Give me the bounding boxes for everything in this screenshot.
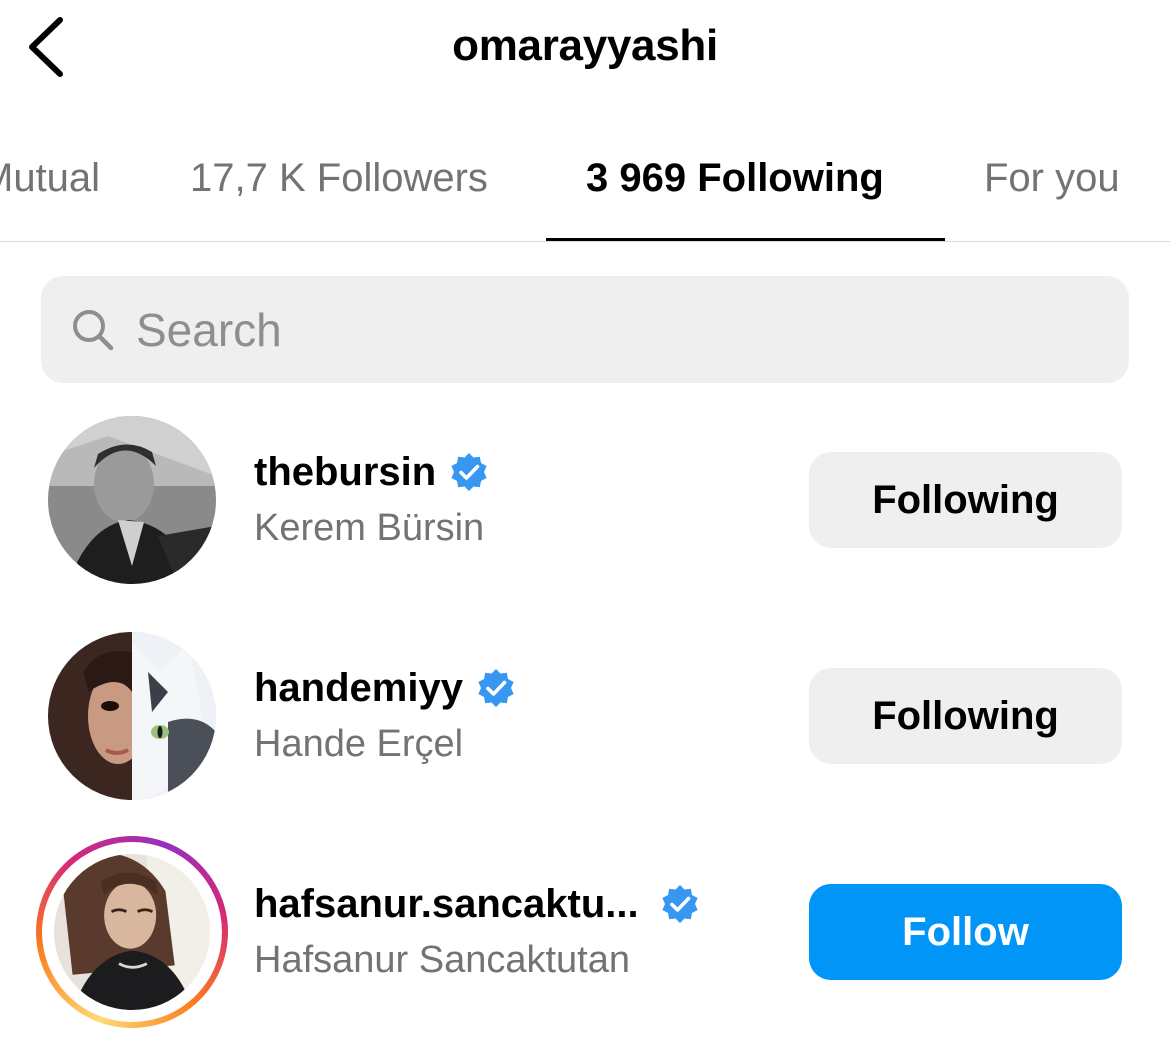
username[interactable]: thebursin xyxy=(254,446,436,498)
username-line: hafsanur.sancaktu... xyxy=(254,878,774,930)
verified-badge-icon xyxy=(475,667,517,709)
list-item: hafsanur.sancaktu... Hafsanur Sancaktuta… xyxy=(0,836,1170,1064)
full-name: Hande Erçel xyxy=(254,723,464,765)
profile-photo xyxy=(48,416,216,584)
search-input[interactable] xyxy=(136,298,1096,362)
username[interactable]: hafsanur.sancaktu... xyxy=(254,878,639,930)
user-info: handemiyy Hande Erçel xyxy=(254,662,774,768)
username[interactable]: handemiyy xyxy=(254,662,463,714)
tab-bar: Mutual 17,7 K Followers 3 969 Following … xyxy=(0,120,1170,242)
username-line: thebursin xyxy=(254,446,774,498)
following-button[interactable]: Following xyxy=(809,452,1122,548)
verified-badge-icon xyxy=(659,883,701,925)
tab-following[interactable]: 3 969 Following xyxy=(586,150,884,206)
user-info: thebursin Kerem Bürsin xyxy=(254,446,774,552)
avatar[interactable] xyxy=(48,632,216,800)
header-bar: omarayyashi xyxy=(0,0,1170,100)
following-button[interactable]: Following xyxy=(809,668,1122,764)
tab-mutual[interactable]: Mutual xyxy=(0,150,100,206)
tab-for-you[interactable]: For you xyxy=(984,150,1120,206)
avatar[interactable] xyxy=(48,416,216,584)
full-name: Hafsanur Sancaktutan xyxy=(254,939,631,981)
profile-photo xyxy=(54,854,210,1010)
search-icon xyxy=(70,307,116,353)
user-info: hafsanur.sancaktu... Hafsanur Sancaktuta… xyxy=(254,878,774,984)
follow-button[interactable]: Follow xyxy=(809,884,1122,980)
list-item: thebursin Kerem Bürsin Following xyxy=(0,416,1170,632)
list-item: handemiyy Hande Erçel Following xyxy=(0,632,1170,848)
full-name: Kerem Bürsin xyxy=(254,507,485,549)
username-line: handemiyy xyxy=(254,662,774,714)
page-title: omarayyashi xyxy=(452,21,718,70)
avatar[interactable] xyxy=(54,854,210,1010)
profile-photo xyxy=(48,632,216,800)
verified-badge-icon xyxy=(448,451,490,493)
active-tab-indicator xyxy=(546,238,945,241)
tab-followers[interactable]: 17,7 K Followers xyxy=(190,150,488,206)
